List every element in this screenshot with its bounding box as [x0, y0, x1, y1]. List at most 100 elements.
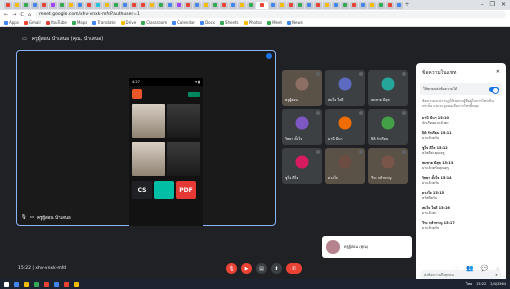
pin-icon[interactable] — [266, 53, 272, 59]
bookmark-item[interactable]: YouTube — [45, 20, 67, 25]
language-indicator[interactable]: ไทย — [466, 281, 472, 287]
bookmark-item[interactable]: Classroom — [141, 20, 167, 25]
close-window-button[interactable]: ✕ — [501, 1, 506, 8]
browser-tab[interactable] — [184, 1, 192, 9]
bookmark-item[interactable]: Gmail — [23, 20, 41, 25]
maximize-button[interactable]: ❐ — [490, 1, 495, 8]
bookmark-item[interactable]: Apps — [4, 20, 19, 25]
browser-tab[interactable] — [22, 1, 30, 9]
browser-tab[interactable] — [386, 1, 394, 9]
browser-tab[interactable] — [4, 1, 12, 9]
browser-tab[interactable] — [359, 1, 367, 9]
browser-tab[interactable] — [332, 1, 340, 9]
participant-tile[interactable]: ดวงใจ — [325, 148, 365, 184]
browser-tab[interactable] — [130, 1, 138, 9]
browser-tab[interactable] — [256, 1, 268, 9]
participant-tile[interactable]: สมชาย มีสุข — [368, 70, 408, 106]
browser-tab[interactable] — [314, 1, 322, 9]
url-field[interactable]: meet.google.com/xhv-vnxk-mfd?authuser=1 — [35, 11, 506, 18]
participant-tile[interactable]: ครูผู้สอน — [282, 70, 322, 106]
browser-tab[interactable] — [193, 1, 201, 9]
taskbar-app-icon[interactable] — [74, 281, 79, 287]
people-icon[interactable]: 👥 — [466, 265, 473, 274]
close-icon[interactable]: ✕ — [496, 69, 500, 77]
toggle-switch[interactable] — [489, 86, 499, 94]
browser-tab[interactable] — [148, 1, 156, 9]
browser-tab[interactable] — [368, 1, 376, 9]
clock-time[interactable]: 15:22 — [476, 282, 486, 286]
browser-tab[interactable] — [377, 1, 385, 9]
browser-tab[interactable] — [395, 1, 403, 9]
browser-tab[interactable] — [67, 1, 75, 9]
browser-tab[interactable] — [202, 1, 210, 9]
new-tab-button[interactable]: + — [404, 2, 410, 8]
participant-tile[interactable]: วีระ กล้าหาญ — [368, 148, 408, 184]
presentation-tile[interactable]: 4:27 ▾ ▮ CS PDF 🎙 ▭ ครูผู้สอน นำเสนอ — [16, 50, 276, 226]
bookmark-item[interactable]: Drive — [120, 20, 136, 25]
browser-tab[interactable] — [166, 1, 174, 9]
bookmark-item[interactable]: Translate — [92, 20, 116, 25]
home-icon[interactable]: ⌂ — [28, 12, 31, 18]
bookmark-item[interactable]: Meet — [267, 20, 282, 25]
participant-tile[interactable]: ชูใจ ดีใจ — [282, 148, 322, 184]
browser-tab[interactable] — [13, 1, 21, 9]
browser-tab[interactable] — [220, 1, 228, 9]
participant-tile[interactable]: สมใจ ใจดี — [325, 70, 365, 106]
browser-tab[interactable] — [76, 1, 84, 9]
browser-tab[interactable] — [112, 1, 120, 9]
browser-tab[interactable] — [296, 1, 304, 9]
browser-tab[interactable] — [211, 1, 219, 9]
camera-button[interactable]: ▶ — [241, 263, 252, 274]
bookmark-item[interactable]: Maps — [71, 20, 87, 25]
taskbar-app-icon[interactable] — [14, 281, 19, 287]
chat-permission-toggle[interactable]: ให้ทุกคนส่งข้อความได้ — [420, 83, 502, 95]
taskbar-app-icon[interactable] — [64, 281, 69, 287]
browser-tab[interactable] — [278, 1, 286, 9]
browser-tab[interactable] — [238, 1, 246, 9]
minimize-button[interactable]: – — [481, 1, 484, 8]
participant-tile[interactable]: วิทยา ตั้งใจ — [282, 109, 322, 145]
browser-tab[interactable] — [247, 1, 255, 9]
browser-tab[interactable] — [350, 1, 358, 9]
clock-date[interactable]: 2/4/2564 — [490, 282, 506, 286]
bookmark-item[interactable]: Calendar — [172, 20, 195, 25]
browser-tab[interactable] — [157, 1, 165, 9]
captions-button[interactable]: ▤ — [256, 263, 267, 274]
browser-tab[interactable] — [103, 1, 111, 9]
taskbar-app-icon[interactable] — [44, 281, 49, 287]
browser-tab[interactable] — [305, 1, 313, 9]
browser-tab[interactable] — [287, 1, 295, 9]
browser-tab[interactable] — [341, 1, 349, 9]
forward-icon[interactable]: → — [12, 12, 16, 18]
taskbar-app-icon[interactable] — [34, 281, 39, 287]
browser-tab[interactable] — [175, 1, 183, 9]
taskbar-app-icon[interactable] — [54, 281, 59, 287]
participant-tile[interactable]: มานี มีนา — [325, 109, 365, 145]
end-call-button[interactable]: ✆ — [286, 263, 302, 274]
participant-tile[interactable]: ปิติ รักเรียน — [368, 109, 408, 145]
present-button[interactable]: ⬆ — [271, 263, 282, 274]
browser-tab[interactable] — [121, 1, 129, 9]
reload-icon[interactable]: C — [20, 12, 24, 18]
browser-tab[interactable] — [229, 1, 237, 9]
mic-button[interactable]: 🎙 — [226, 263, 237, 274]
info-icon[interactable]: ⓘ — [453, 265, 459, 274]
browser-tab[interactable] — [139, 1, 147, 9]
taskbar-app-icon[interactable] — [4, 281, 9, 287]
bookmark-item[interactable]: Docs — [200, 20, 215, 25]
bookmark-item[interactable]: News — [287, 20, 303, 25]
browser-tab[interactable] — [49, 1, 57, 9]
activities-icon[interactable]: ▲ — [495, 265, 500, 274]
browser-tab[interactable] — [323, 1, 331, 9]
chat-icon[interactable]: 💬 — [481, 265, 488, 274]
browser-tab[interactable] — [40, 1, 48, 9]
browser-tab[interactable] — [31, 1, 39, 9]
browser-tab[interactable] — [94, 1, 102, 9]
bookmark-item[interactable]: Sheets — [219, 20, 239, 25]
self-tile[interactable]: ครูผู้สอน (คุณ) — [322, 236, 412, 258]
back-icon[interactable]: ← — [4, 12, 8, 18]
taskbar-app-icon[interactable] — [24, 281, 29, 287]
browser-tab[interactable] — [269, 1, 277, 9]
bookmark-item[interactable]: Photos — [243, 20, 262, 25]
browser-tab[interactable] — [58, 1, 66, 9]
